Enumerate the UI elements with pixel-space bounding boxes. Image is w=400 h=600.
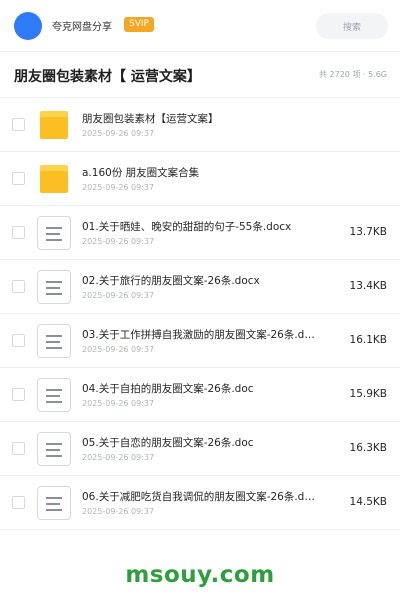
select-checkbox[interactable] xyxy=(12,226,25,239)
file-row[interactable]: 03.关于工作拼搏自我激励的朋友圈文案-26条.d… 2025-09-26 09:… xyxy=(0,314,400,368)
folder-meta: 共 2720 项 · 5.6G xyxy=(319,70,387,79)
file-date: 2025-09-26 09:37 xyxy=(82,507,155,516)
select-checkbox[interactable] xyxy=(12,388,25,401)
folder-icon xyxy=(37,162,71,196)
file-name: a.160份 朋友圈文案合集 xyxy=(82,167,200,179)
file-name: 01.关于晒娃、晚安的甜甜的句子-55条.docx xyxy=(82,221,292,233)
file-row[interactable]: 02.关于旅行的朋友圈文案-26条.docx 2025-09-26 09:37 13… xyxy=(0,260,400,314)
avatar[interactable] xyxy=(14,12,42,40)
document-icon xyxy=(37,270,71,304)
watermark-text: msouy.com xyxy=(125,562,275,588)
file-date: 2025-09-26 09:37 xyxy=(82,129,155,138)
select-checkbox[interactable] xyxy=(12,280,25,293)
file-name: 朋友圈包装素材【运营文案】 xyxy=(82,113,219,125)
file-row[interactable]: 06.关于减肥吃货自我调侃的朋友圈文案-26条.d… 2025-09-26 09:… xyxy=(0,476,400,530)
file-size: 15.9KB xyxy=(349,388,387,400)
top-bar: 夸克网盘分享 SVIP 搜索 xyxy=(0,0,400,52)
file-size: 16.3KB xyxy=(349,442,387,454)
select-checkbox[interactable] xyxy=(12,496,25,509)
document-icon xyxy=(37,378,71,412)
document-icon xyxy=(37,432,71,466)
file-size: 16.1KB xyxy=(349,334,387,346)
select-checkbox[interactable] xyxy=(12,334,25,347)
file-date: 2025-09-26 09:37 xyxy=(82,291,155,300)
file-name: 03.关于工作拼搏自我激励的朋友圈文案-26条.d… xyxy=(82,329,315,341)
file-size: 13.4KB xyxy=(349,280,387,292)
file-row[interactable]: 01.关于晒娃、晚安的甜甜的句子-55条.docx 2025-09-26 09:3… xyxy=(0,206,400,260)
file-name: 06.关于减肥吃货自我调侃的朋友圈文案-26条.d… xyxy=(82,491,315,503)
file-list: 朋友圈包装素材【运营文案】 2025-09-26 09:37 a.160份 朋友圈文… xyxy=(0,98,400,530)
svip-badge: SVIP xyxy=(124,17,154,32)
file-date: 2025-09-26 09:37 xyxy=(82,237,155,246)
search-label: 搜索 xyxy=(342,22,361,33)
select-checkbox[interactable] xyxy=(12,442,25,455)
select-checkbox[interactable] xyxy=(12,118,25,131)
file-row[interactable]: a.160份 朋友圈文案合集 2025-09-26 09:37 xyxy=(0,152,400,206)
file-date: 2025-09-26 09:37 xyxy=(82,345,155,354)
file-date: 2025-09-26 09:37 xyxy=(82,183,155,192)
file-row[interactable]: 05.关于自恋的朋友圈文案-26条.doc 2025-09-26 09:37 16.… xyxy=(0,422,400,476)
file-date: 2025-09-26 09:37 xyxy=(82,453,155,462)
file-date: 2025-09-26 09:37 xyxy=(82,399,155,408)
file-size: 14.5KB xyxy=(349,496,387,508)
share-name: 夸克网盘分享 xyxy=(52,22,112,33)
file-row[interactable]: 04.关于自拍的朋友圈文案-26条.doc 2025-09-26 09:37 15.… xyxy=(0,368,400,422)
folder-header: 朋友圈包装素材【 运营文案】 共 2720 项 · 5.6G xyxy=(0,52,400,98)
search-button[interactable]: 搜索 xyxy=(316,13,388,39)
document-icon xyxy=(37,486,71,520)
file-row[interactable]: 朋友圈包装素材【运营文案】 2025-09-26 09:37 xyxy=(0,98,400,152)
page-title: 朋友圈包装素材【 运营文案】 xyxy=(14,69,201,85)
document-icon xyxy=(37,216,71,250)
folder-icon xyxy=(37,108,71,142)
file-name: 02.关于旅行的朋友圈文案-26条.docx xyxy=(82,275,260,287)
file-name: 05.关于自恋的朋友圈文案-26条.doc xyxy=(82,437,254,449)
file-name: 04.关于自拍的朋友圈文案-26条.doc xyxy=(82,383,254,395)
file-size: 13.7KB xyxy=(349,226,387,238)
document-icon xyxy=(37,324,71,358)
select-checkbox[interactable] xyxy=(12,172,25,185)
